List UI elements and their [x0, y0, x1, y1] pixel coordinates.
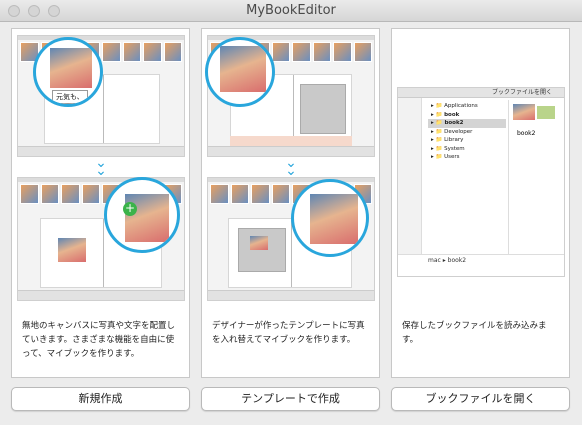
file-browser-title: ブックファイルを開く	[398, 88, 564, 98]
file-list: ▸ 📁 Applications ▸ 📁 book ▸ 📁 book2 ▸ 📁 …	[428, 102, 506, 162]
file-preview-name: book2	[517, 130, 536, 137]
down-arrows-icon: ⌄ ⌄	[285, 155, 297, 179]
down-arrows-icon: ⌄ ⌄	[95, 155, 107, 179]
add-icon: +	[123, 201, 137, 216]
magnifier-circle	[205, 37, 275, 107]
file-browser-preview: ブックファイルを開く ▸ 📁 Applications ▸ 📁 book ▸ 📁…	[397, 87, 565, 277]
file-list-item: ▸ 📁 Library	[431, 137, 464, 143]
magnifier-circle	[104, 177, 180, 253]
file-list-item: ▸ 📁 Applications	[431, 103, 478, 109]
panel-description: 保存したブックファイルを読み込みます。	[402, 321, 547, 345]
template-panel: ⌄ ⌄ デザイナーが作ったテンプレートに写真を入れ替えてマイブックを作ります。	[201, 28, 380, 378]
open-book-panel: ブックファイルを開く ▸ 📁 Applications ▸ 📁 book ▸ 📁…	[391, 28, 570, 378]
zoom-caption: 元気も、	[52, 90, 88, 104]
open-book-button[interactable]: ブックファイルを開く	[391, 387, 570, 411]
file-list-item: ▸ 📁 book	[431, 111, 460, 118]
window-title: MyBookEditor	[246, 3, 336, 18]
new-book-panel: 元気も、 ⌄ ⌄ + 無地のキャンバスに写真や文字を配置していきます。さまざまな機…	[11, 28, 190, 378]
path-bar: mac ▸ book2	[398, 254, 564, 266]
panel-description: デザイナーが作ったテンプレートに写真を入れ替えてマイブックを作ります。	[212, 321, 365, 345]
file-list-item: ▸ 📁 Developer	[431, 128, 473, 135]
panel-description: 無地のキャンバスに写真や文字を配置していきます。さまざまな機能を自由に使って、マ…	[22, 321, 176, 359]
new-book-button[interactable]: 新規作成	[11, 387, 190, 411]
file-list-item-selected: ▸ 📁 book2	[428, 119, 506, 128]
file-preview: book2	[508, 100, 564, 254]
magnifier-circle	[291, 179, 369, 257]
magnifier-circle: 元気も、	[33, 37, 103, 107]
template-button[interactable]: テンプレートで作成	[201, 387, 380, 411]
file-list-item: ▸ 📁 Users	[431, 154, 460, 160]
title-bar: MyBookEditor	[0, 0, 582, 22]
file-list-item: ▸ 📁 System	[431, 145, 465, 152]
